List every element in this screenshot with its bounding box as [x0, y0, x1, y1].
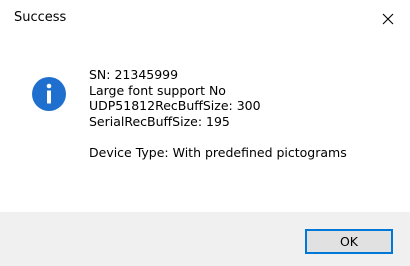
large-font-support-text: Large font support No [89, 82, 226, 98]
message-box-dialog: Success SN: 21345999 Large font support … [0, 0, 410, 266]
button-footer: OK [0, 212, 410, 266]
title-bar: Success [0, 0, 410, 40]
message-content: SN: 21345999 Large font support No UDP51… [0, 40, 410, 210]
info-icon [31, 76, 67, 112]
message-spacer [89, 129, 347, 145]
close-icon [382, 13, 394, 25]
device-type-text: Device Type: With predefined pictograms [89, 144, 347, 160]
message-text: SN: 21345999 Large font support No UDP51… [89, 67, 347, 160]
serial-buffer-size-text: SerialRecBuffSize: 195 [89, 113, 230, 129]
close-button[interactable] [366, 0, 410, 38]
window-title: Success [14, 10, 67, 25]
udp-buffer-size-text: UDP51812RecBuffSize: 300 [89, 98, 261, 113]
ok-button[interactable]: OK [305, 229, 393, 254]
ok-button-label: OK [339, 233, 359, 249]
serial-number-text: SN: 21345999 [89, 67, 179, 82]
